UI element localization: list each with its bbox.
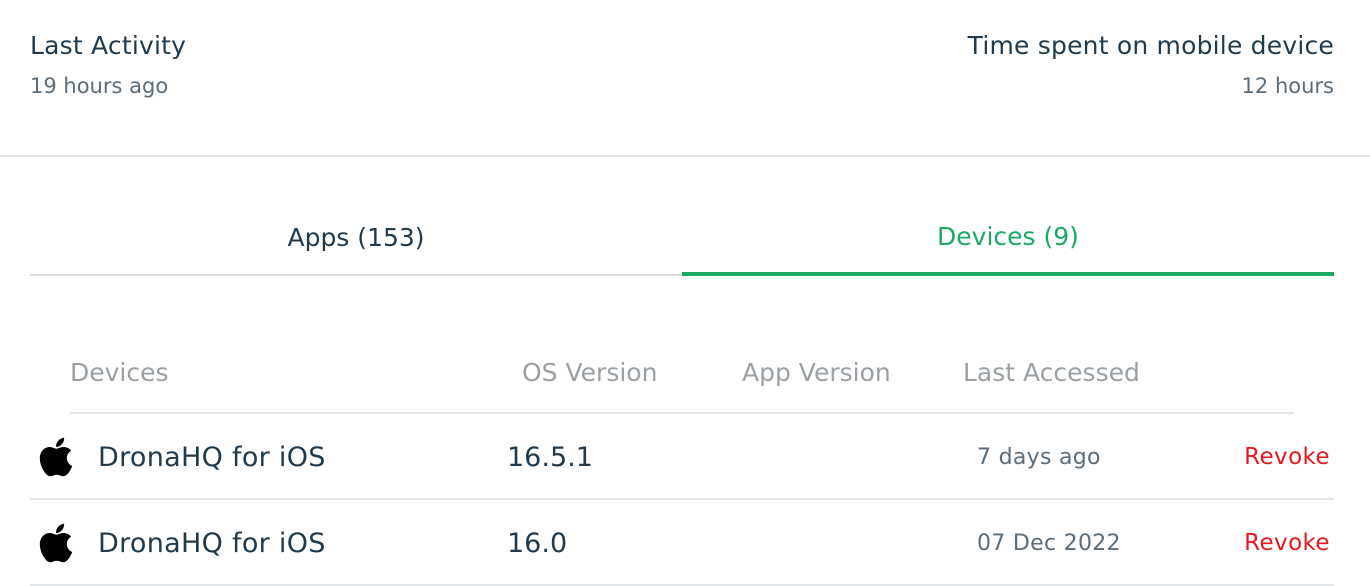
table-row: DronaHQ for iOS 16.0 07 Dec 2022 Revoke (30, 500, 1334, 586)
column-header-app-version: App Version (742, 358, 891, 387)
apple-icon (36, 500, 76, 586)
table-row: DronaHQ for iOS 16.5.1 7 days ago Revoke (30, 414, 1334, 500)
tab-devices[interactable]: Devices (9) (682, 200, 1334, 276)
last-activity-stat: Last Activity 19 hours ago (30, 31, 186, 98)
column-header-last-accessed: Last Accessed (963, 358, 1140, 387)
apple-icon (36, 414, 76, 500)
os-version-value: 16.5.1 (507, 441, 593, 473)
last-accessed-value: 07 Dec 2022 (977, 530, 1121, 556)
tab-bar: Apps (153) Devices (9) (30, 200, 1334, 276)
device-name: DronaHQ for iOS (98, 441, 326, 473)
last-activity-value: 19 hours ago (30, 74, 169, 98)
revoke-button[interactable]: Revoke (1244, 414, 1330, 500)
time-spent-stat: Time spent on mobile device 12 hours (968, 31, 1334, 98)
column-header-os-version: OS Version (522, 358, 658, 387)
column-header-devices: Devices (70, 358, 169, 387)
tab-devices-label: Devices (9) (937, 221, 1079, 251)
os-version-value: 16.0 (507, 527, 568, 559)
devices-table-header: Devices OS Version App Version Last Acce… (70, 350, 1294, 414)
last-accessed-value: 7 days ago (977, 444, 1101, 470)
section-divider (0, 155, 1370, 157)
revoke-button[interactable]: Revoke (1244, 500, 1330, 586)
device-name: DronaHQ for iOS (98, 527, 326, 559)
last-activity-label: Last Activity (30, 31, 187, 60)
tab-apps-label: Apps (153) (287, 222, 425, 252)
time-spent-label: Time spent on mobile device (967, 31, 1334, 60)
time-spent-value: 12 hours (1241, 74, 1334, 98)
tab-apps[interactable]: Apps (153) (30, 200, 682, 276)
